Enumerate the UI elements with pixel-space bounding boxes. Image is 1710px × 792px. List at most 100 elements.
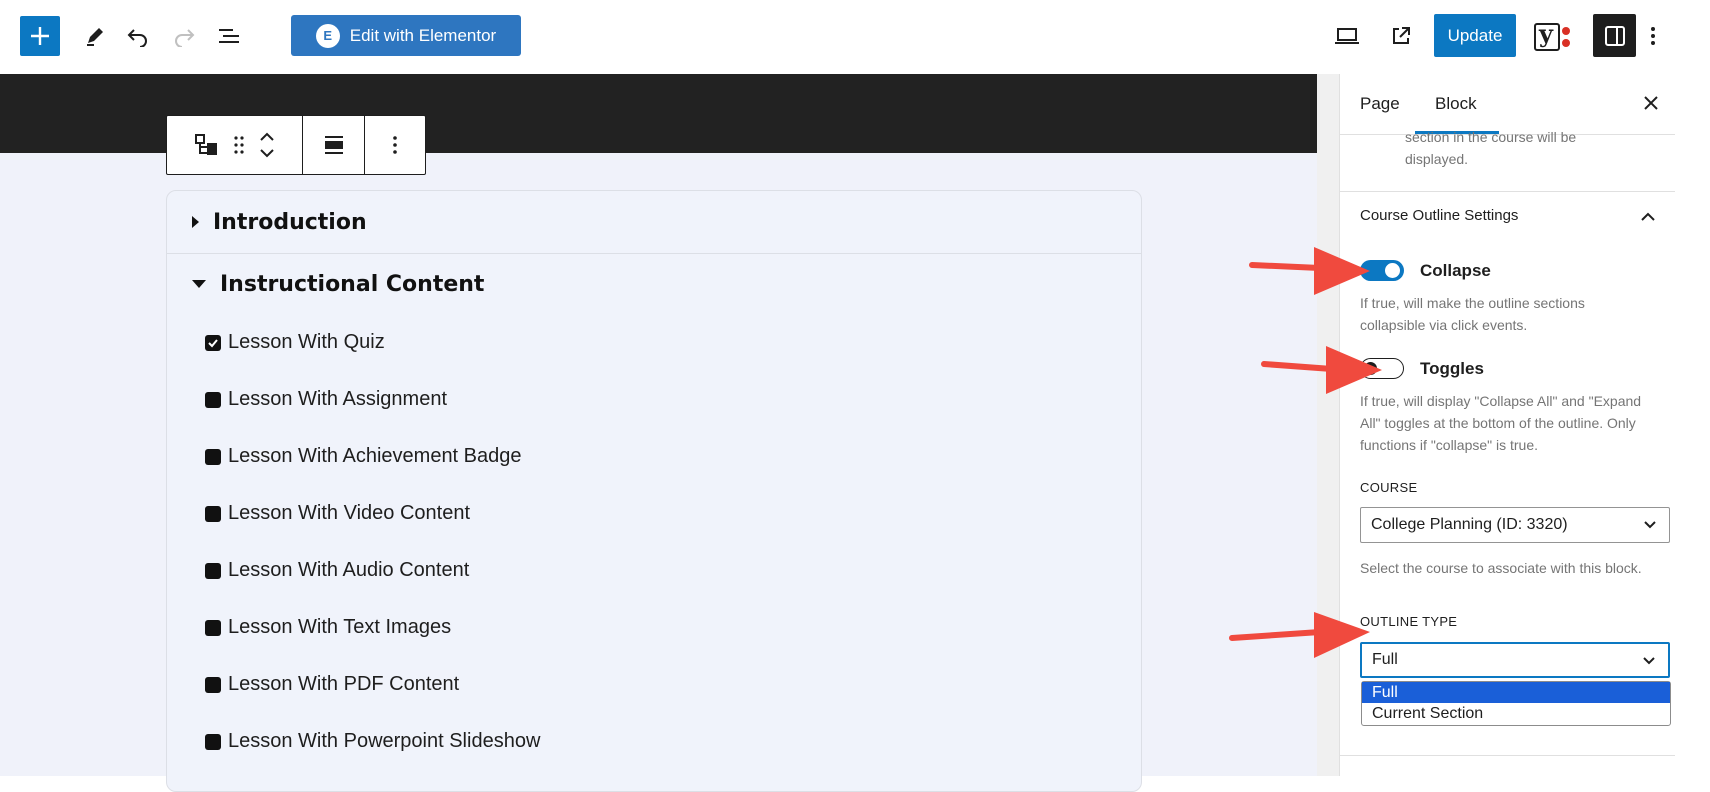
check-icon	[205, 334, 221, 351]
lesson-title: Lesson With Video Content	[228, 502, 471, 524]
course-outline-settings-panel-toggle[interactable]: Course Outline Settings	[1340, 191, 1675, 241]
canvas-scrollbar[interactable]	[1317, 74, 1339, 776]
outline-section-introduction[interactable]: Introduction	[167, 191, 1141, 254]
help-line: If true, will display "Collapse All" and…	[1360, 393, 1642, 409]
yoast-letter: y	[1539, 19, 1553, 48]
lesson-title: Lesson With Assignment	[228, 388, 447, 410]
outline-type-dropdown: Full Current Section	[1361, 681, 1671, 726]
lesson-item[interactable]: Lesson With Audio Content	[205, 559, 469, 582]
list-view-icon	[219, 29, 239, 43]
close-sidebar-button[interactable]	[1643, 95, 1659, 116]
lesson-status-icon	[205, 676, 221, 693]
chevron-down-icon	[1644, 521, 1656, 529]
lesson-title: Lesson With Achievement Badge	[228, 445, 522, 467]
lesson-status-icon	[205, 448, 221, 465]
desktop-preview-icon	[1335, 28, 1359, 44]
sidebar-toggle-icon	[1604, 25, 1625, 46]
external-link-icon	[1393, 27, 1410, 44]
edit-with-elementor-button[interactable]: E Edit with Elementor	[291, 15, 521, 56]
lesson-status-icon	[205, 505, 221, 522]
course-select-value: College Planning (ID: 3320)	[1371, 516, 1568, 533]
collapse-help: If true, will make the outline sections …	[1360, 292, 1585, 336]
lesson-item[interactable]: Lesson With Assignment	[205, 388, 447, 411]
tools-button[interactable]	[80, 20, 110, 52]
yoast-button[interactable]: y	[1530, 18, 1572, 54]
panel-title: Course Outline Settings	[1360, 207, 1519, 224]
chevron-down-icon	[1643, 657, 1655, 665]
lesson-status-icon	[205, 733, 221, 750]
close-icon	[1644, 96, 1658, 110]
plus-icon	[31, 27, 49, 45]
update-button-label: Update	[1447, 25, 1503, 45]
lesson-title: Lesson With Audio Content	[228, 559, 470, 581]
annotation-arrow	[1249, 247, 1370, 295]
toggles-label[interactable]: Toggles	[1420, 359, 1484, 379]
help-line: All" toggles at the bottom of the outlin…	[1360, 415, 1636, 431]
section-title: Instructional Content	[220, 271, 485, 297]
elementor-logo-icon: E	[315, 23, 340, 48]
course-outline-block[interactable]: Introduction Instructional Content Lesso…	[166, 190, 1142, 792]
options-button[interactable]	[1641, 20, 1665, 52]
annotation-arrow	[1261, 346, 1382, 394]
lesson-item[interactable]: Lesson With PDF Content	[205, 673, 459, 696]
toggle-knob	[1385, 263, 1400, 278]
lesson-status-icon	[205, 562, 221, 579]
update-button[interactable]: Update	[1434, 14, 1516, 57]
lesson-item[interactable]: Lesson With Achievement Badge	[205, 445, 522, 468]
view-post-button[interactable]	[1385, 20, 1417, 52]
section-title: Introduction	[213, 209, 367, 235]
outline-section-instructional-content[interactable]: Instructional Content	[167, 253, 1141, 315]
yoast-icon: y	[1532, 19, 1570, 51]
help-line: collapsible via click events.	[1360, 317, 1528, 333]
outline-type-value: Full	[1372, 651, 1398, 668]
course-help: Select the course to associate with this…	[1360, 560, 1642, 576]
course-select[interactable]: College Planning (ID: 3320)	[1360, 507, 1670, 543]
caret-down-icon	[192, 280, 206, 288]
dropdown-option-full[interactable]: Full	[1362, 682, 1670, 703]
chevron-up-icon[interactable]	[259, 132, 275, 142]
settings-sidebar: Page Block section in the course will be…	[1339, 74, 1675, 776]
align-button[interactable]	[303, 116, 365, 174]
lesson-status-icon	[205, 619, 221, 636]
undo-icon	[127, 29, 147, 47]
lesson-title: Lesson With Quiz	[228, 331, 385, 353]
undo-button[interactable]	[122, 20, 154, 52]
redo-icon	[175, 29, 195, 47]
editor-toolbar: E Edit with Elementor Update y	[0, 0, 1710, 74]
help-line: If true, will make the outline sections	[1360, 295, 1585, 311]
partial-description: section in the course will be displayed.	[1405, 126, 1576, 170]
lesson-item[interactable]: Lesson With Powerpoint Slideshow	[205, 730, 540, 753]
description-line: section in the course will be	[1405, 129, 1577, 145]
dropdown-option-current-section[interactable]: Current Section	[1362, 703, 1670, 724]
lesson-item[interactable]: Lesson With Video Content	[205, 502, 470, 525]
list-view-button[interactable]	[212, 20, 246, 52]
preview-button[interactable]	[1330, 20, 1364, 52]
tab-page[interactable]: Page	[1360, 94, 1400, 114]
lesson-title: Lesson With Powerpoint Slideshow	[228, 730, 541, 752]
chevron-up-icon	[1641, 212, 1655, 221]
settings-sidebar-toggle[interactable]	[1593, 14, 1636, 57]
annotation-arrow	[1229, 612, 1370, 658]
chevron-down-icon[interactable]	[259, 148, 275, 158]
kebab-menu-icon	[393, 136, 397, 154]
tab-block[interactable]: Block	[1435, 94, 1477, 114]
block-parent-icon[interactable]	[194, 134, 219, 156]
course-label: COURSE	[1360, 480, 1418, 495]
caret-right-icon	[192, 216, 199, 228]
redo-button[interactable]	[168, 20, 200, 52]
block-options-button[interactable]	[365, 116, 425, 174]
kebab-menu-icon	[1651, 27, 1655, 45]
outline-type-select[interactable]: Full	[1360, 642, 1670, 678]
outline-type-label: OUTLINE TYPE	[1360, 614, 1458, 629]
lesson-title: Lesson With PDF Content	[228, 673, 460, 695]
add-block-button[interactable]	[20, 16, 60, 56]
lesson-item[interactable]: Lesson With Quiz	[205, 331, 385, 354]
lesson-item[interactable]: Lesson With Text Images	[205, 616, 451, 639]
collapse-label[interactable]: Collapse	[1420, 261, 1491, 281]
elementor-button-label: Edit with Elementor	[349, 25, 497, 45]
lesson-status-icon	[205, 391, 221, 408]
drag-handle-icon[interactable]	[233, 135, 245, 155]
toggles-help: If true, will display "Collapse All" and…	[1360, 390, 1641, 456]
lesson-title: Lesson With Text Images	[228, 616, 452, 638]
divider	[1340, 755, 1675, 756]
